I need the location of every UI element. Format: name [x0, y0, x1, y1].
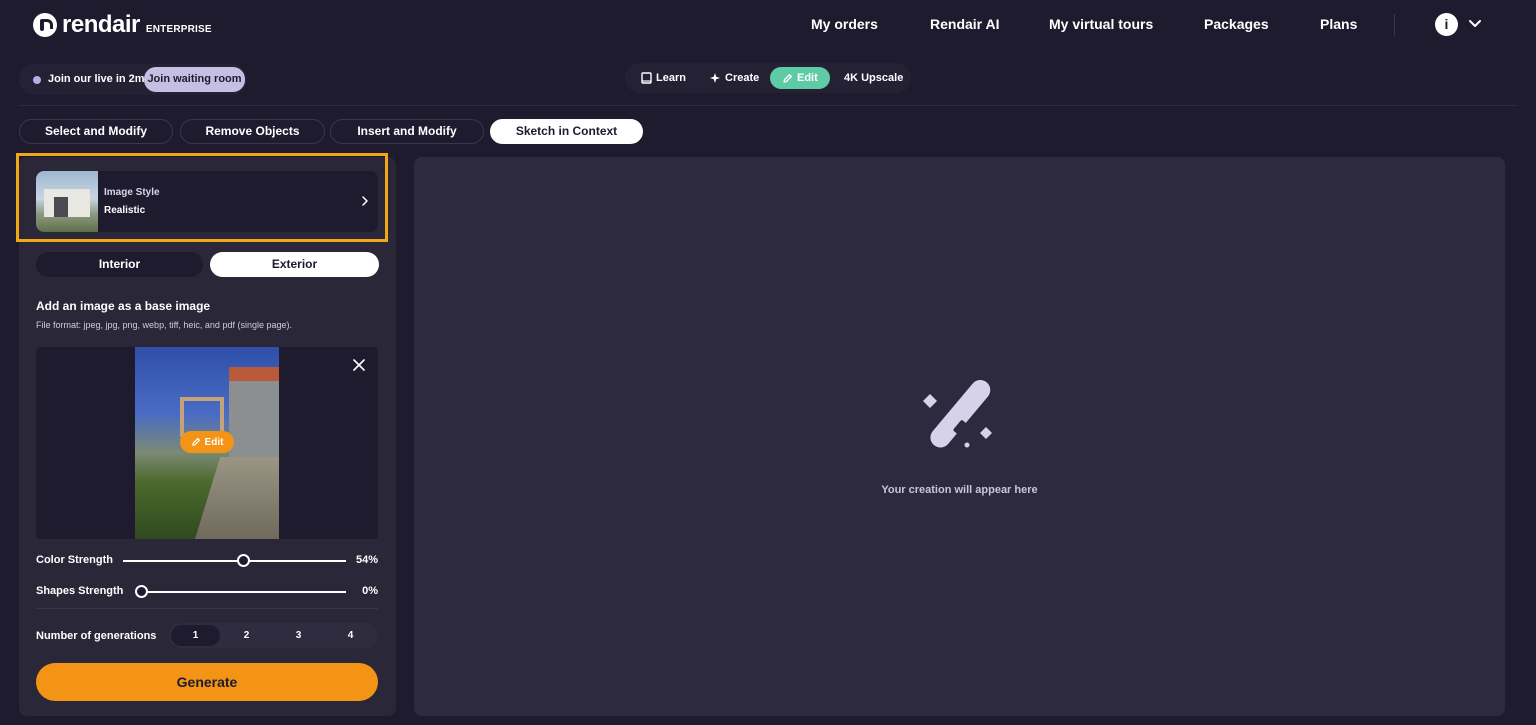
output-canvas: Your creation will appear here: [414, 157, 1505, 716]
tab-insert-and-modify[interactable]: Insert and Modify: [330, 119, 484, 144]
generations-option-3[interactable]: 3: [274, 625, 323, 646]
photo-road: [195, 457, 279, 539]
mode-create[interactable]: Create: [709, 67, 759, 89]
generations-label: Number of generations: [36, 630, 157, 642]
mode-learn[interactable]: Learn: [641, 67, 686, 89]
generations-option-1[interactable]: 1: [171, 625, 220, 646]
base-image-dropzone[interactable]: Edit: [36, 347, 378, 539]
live-banner: Join our live in 2m Join waiting room: [19, 64, 247, 95]
mode-4k-upscale[interactable]: 4K Upscale: [844, 67, 903, 89]
tab-select-and-modify[interactable]: Select and Modify: [19, 119, 173, 144]
canvas-placeholder-text: Your creation will appear here: [881, 484, 1038, 496]
nav-my-virtual-tours[interactable]: My virtual tours: [1049, 16, 1153, 34]
generations-option-2[interactable]: 2: [222, 625, 271, 646]
pencil-icon: [191, 437, 200, 446]
tab-sketch-in-context[interactable]: Sketch in Context: [490, 119, 643, 144]
book-icon: [641, 72, 652, 84]
generations-option-4[interactable]: 4: [326, 625, 375, 646]
tab-remove-objects[interactable]: Remove Objects: [180, 119, 325, 144]
mode-edit-label: Edit: [797, 72, 818, 84]
color-strength-track[interactable]: [123, 560, 346, 562]
mode-switcher: Learn Create Edit 4K Upscale: [625, 63, 911, 93]
chevron-down-icon[interactable]: [1469, 17, 1481, 29]
highlight-outline: [16, 153, 388, 242]
generations-selector: 1 2 3 4: [169, 623, 378, 648]
logo-mark-icon: [33, 13, 57, 37]
sparkle-icon: [710, 73, 720, 83]
nav-rendair-ai[interactable]: Rendair AI: [930, 16, 1000, 34]
color-strength-value: 54%: [355, 554, 378, 566]
mode-edit[interactable]: Edit: [770, 67, 830, 89]
base-image-title: Add an image as a base image: [36, 299, 211, 313]
user-avatar[interactable]: i: [1435, 13, 1458, 36]
magic-wand-icon: [923, 380, 992, 448]
shapes-strength-track[interactable]: [141, 591, 346, 593]
edit-image-button[interactable]: Edit: [180, 431, 234, 453]
live-text: Join our live in 2m: [48, 73, 145, 85]
mode-upscale-label: 4K Upscale: [844, 72, 904, 84]
top-navigation: rendair ENTERPRISE My orders Rendair AI …: [0, 0, 1536, 50]
nav-packages[interactable]: Packages: [1204, 16, 1269, 34]
header-divider: [19, 105, 1517, 106]
pencil-icon: [783, 73, 792, 83]
brand-tag: ENTERPRISE: [145, 23, 212, 35]
generate-button[interactable]: Generate: [36, 663, 378, 701]
edit-image-label: Edit: [204, 436, 224, 448]
join-waiting-room-button[interactable]: Join waiting room: [144, 67, 245, 92]
brand-logo[interactable]: rendair ENTERPRISE: [33, 12, 212, 38]
photo-building: [229, 367, 279, 462]
shapes-strength-value: 0%: [362, 585, 378, 597]
nav-my-orders[interactable]: My orders: [811, 16, 878, 34]
mode-learn-label: Learn: [656, 72, 686, 84]
base-image-formats: File format: jpeg, jpg, png, webp, tiff,…: [36, 320, 292, 330]
color-strength-label: Color Strength: [36, 554, 113, 566]
segment-exterior[interactable]: Exterior: [210, 252, 379, 277]
nav-plans[interactable]: Plans: [1320, 16, 1357, 34]
segment-interior[interactable]: Interior: [36, 252, 203, 277]
shapes-strength-handle[interactable]: [134, 585, 148, 598]
shapes-strength-label: Shapes Strength: [36, 585, 124, 597]
close-icon[interactable]: [353, 359, 365, 371]
panel-divider: [36, 608, 378, 609]
color-strength-handle[interactable]: [236, 554, 250, 567]
nav-divider: [1394, 14, 1395, 36]
brand-name: rendair: [62, 11, 140, 38]
live-dot-icon: [33, 76, 41, 84]
mode-create-label: Create: [725, 72, 760, 84]
